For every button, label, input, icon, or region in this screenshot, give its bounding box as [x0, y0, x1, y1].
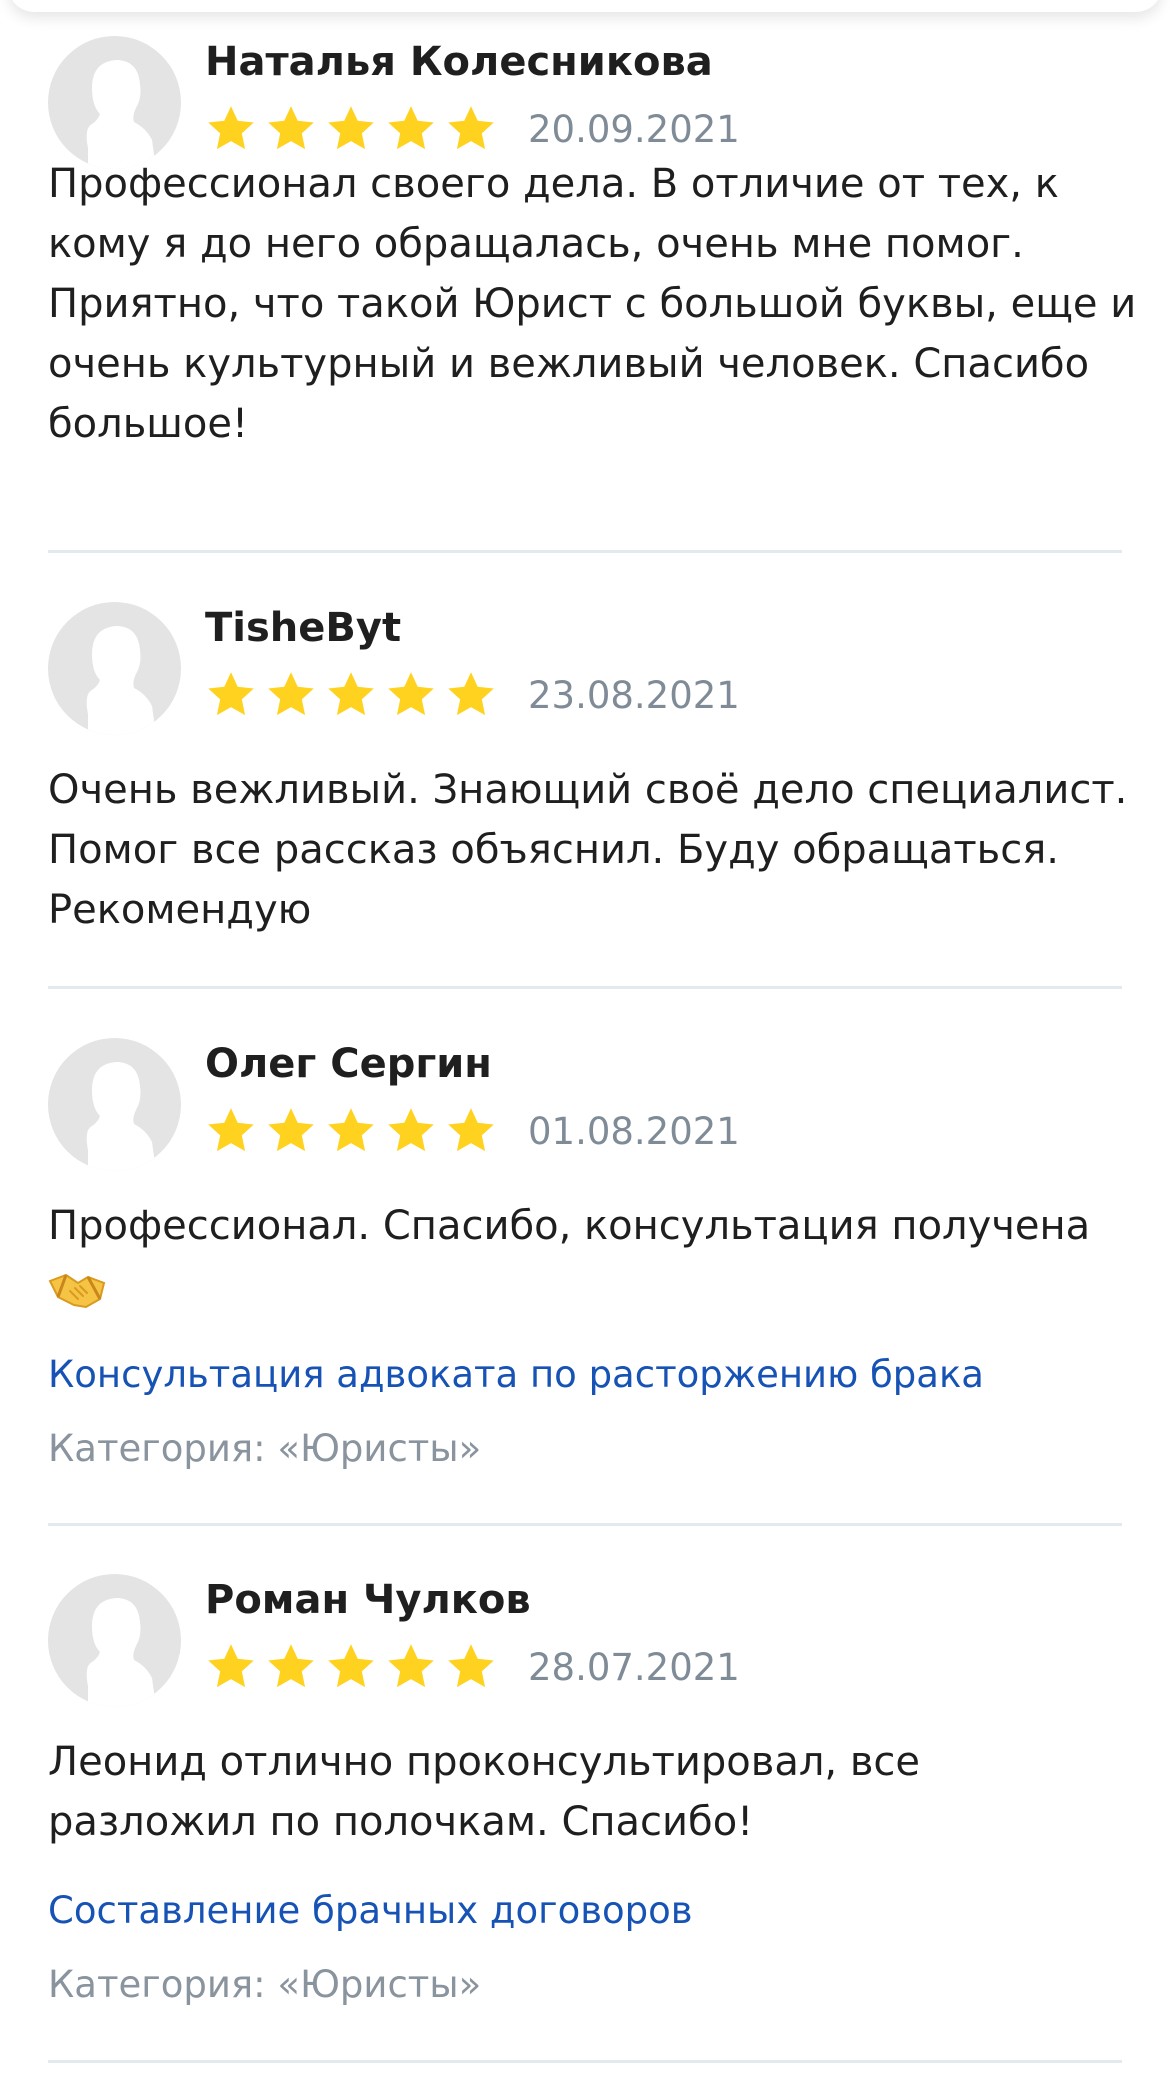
star-icon: [388, 1644, 434, 1688]
divider: [48, 2060, 1122, 2063]
review-date: 23.08.2021: [528, 674, 740, 717]
reviewer-name[interactable]: TisheByt: [205, 604, 401, 652]
star-icon: [208, 1108, 254, 1152]
reviewer-name[interactable]: Наталья Колесникова: [205, 38, 713, 86]
handshake-icon: [48, 1268, 106, 1309]
avatar[interactable]: [48, 36, 181, 169]
review-text: Профессионал своего дела. В отличие от т…: [48, 161, 1137, 447]
service-link[interactable]: Консультация адвоката по расторжению бра…: [48, 1351, 984, 1399]
star-icon: [328, 1108, 374, 1152]
star-icon: [208, 1644, 254, 1688]
star-icon: [268, 672, 314, 716]
star-icon: [388, 106, 434, 150]
reviews-page: Наталья Колесникова 20.09.2021 Профессио…: [0, 0, 1170, 2080]
review-date: 01.08.2021: [528, 1110, 740, 1153]
avatar[interactable]: [48, 602, 181, 735]
star-icon: [448, 1644, 494, 1688]
avatar[interactable]: [48, 1574, 181, 1707]
star-icon: [448, 106, 494, 150]
divider: [48, 550, 1122, 553]
star-icon: [268, 1108, 314, 1152]
user-silhouette-icon: [86, 1598, 156, 1707]
star-icon: [328, 1644, 374, 1688]
divider: [48, 986, 1122, 989]
avatar[interactable]: [48, 1038, 181, 1171]
rating-stars: [205, 103, 497, 155]
star-icon: [268, 1644, 314, 1688]
previous-card-edge: [8, 0, 1162, 12]
review-text-body: Профессионал. Спасибо, консультация полу…: [48, 1203, 1091, 1249]
star-icon: [448, 1108, 494, 1152]
review-text: Леонид отлично проконсультировал, все ра…: [48, 1739, 921, 1845]
star-icon: [208, 672, 254, 716]
reviewer-name[interactable]: Роман Чулков: [205, 1576, 531, 1624]
star-icon: [388, 672, 434, 716]
user-silhouette-icon: [86, 626, 156, 735]
review-item: TisheByt 23.08.2021 Очень вежливый. Знаю…: [48, 602, 1127, 933]
star-icon: [268, 106, 314, 150]
review-date: 20.09.2021: [528, 108, 740, 151]
user-silhouette-icon: [86, 1062, 156, 1171]
divider: [48, 1523, 1122, 1526]
star-icon: [448, 672, 494, 716]
review-item: Наталья Колесникова 20.09.2021 Профессио…: [48, 36, 1136, 447]
category-label: Категория: «Юристы»: [48, 1427, 482, 1470]
star-icon: [328, 672, 374, 716]
star-icon: [328, 106, 374, 150]
rating-stars: [205, 1105, 497, 1157]
review-item: Роман Чулков 28.07.2021 Леонид отлично п…: [48, 1574, 1122, 2006]
rating-stars: [205, 669, 497, 721]
user-silhouette-icon: [86, 60, 156, 169]
rating-stars: [205, 1641, 497, 1693]
review-date: 28.07.2021: [528, 1646, 740, 1689]
star-icon: [388, 1108, 434, 1152]
review-item: Олег Сергин 01.08.2021 Профессионал. Спа…: [48, 1038, 1122, 1508]
category-label: Категория: «Юристы»: [48, 1963, 482, 2006]
review-text: Очень вежливый. Знающий своё дело специа…: [48, 767, 1128, 933]
service-link[interactable]: Составление брачных договоров: [48, 1887, 693, 1935]
star-icon: [208, 106, 254, 150]
review-text: Профессионал. Спасибо, консультация полу…: [48, 1196, 1138, 1316]
reviewer-name[interactable]: Олег Сергин: [205, 1040, 492, 1088]
